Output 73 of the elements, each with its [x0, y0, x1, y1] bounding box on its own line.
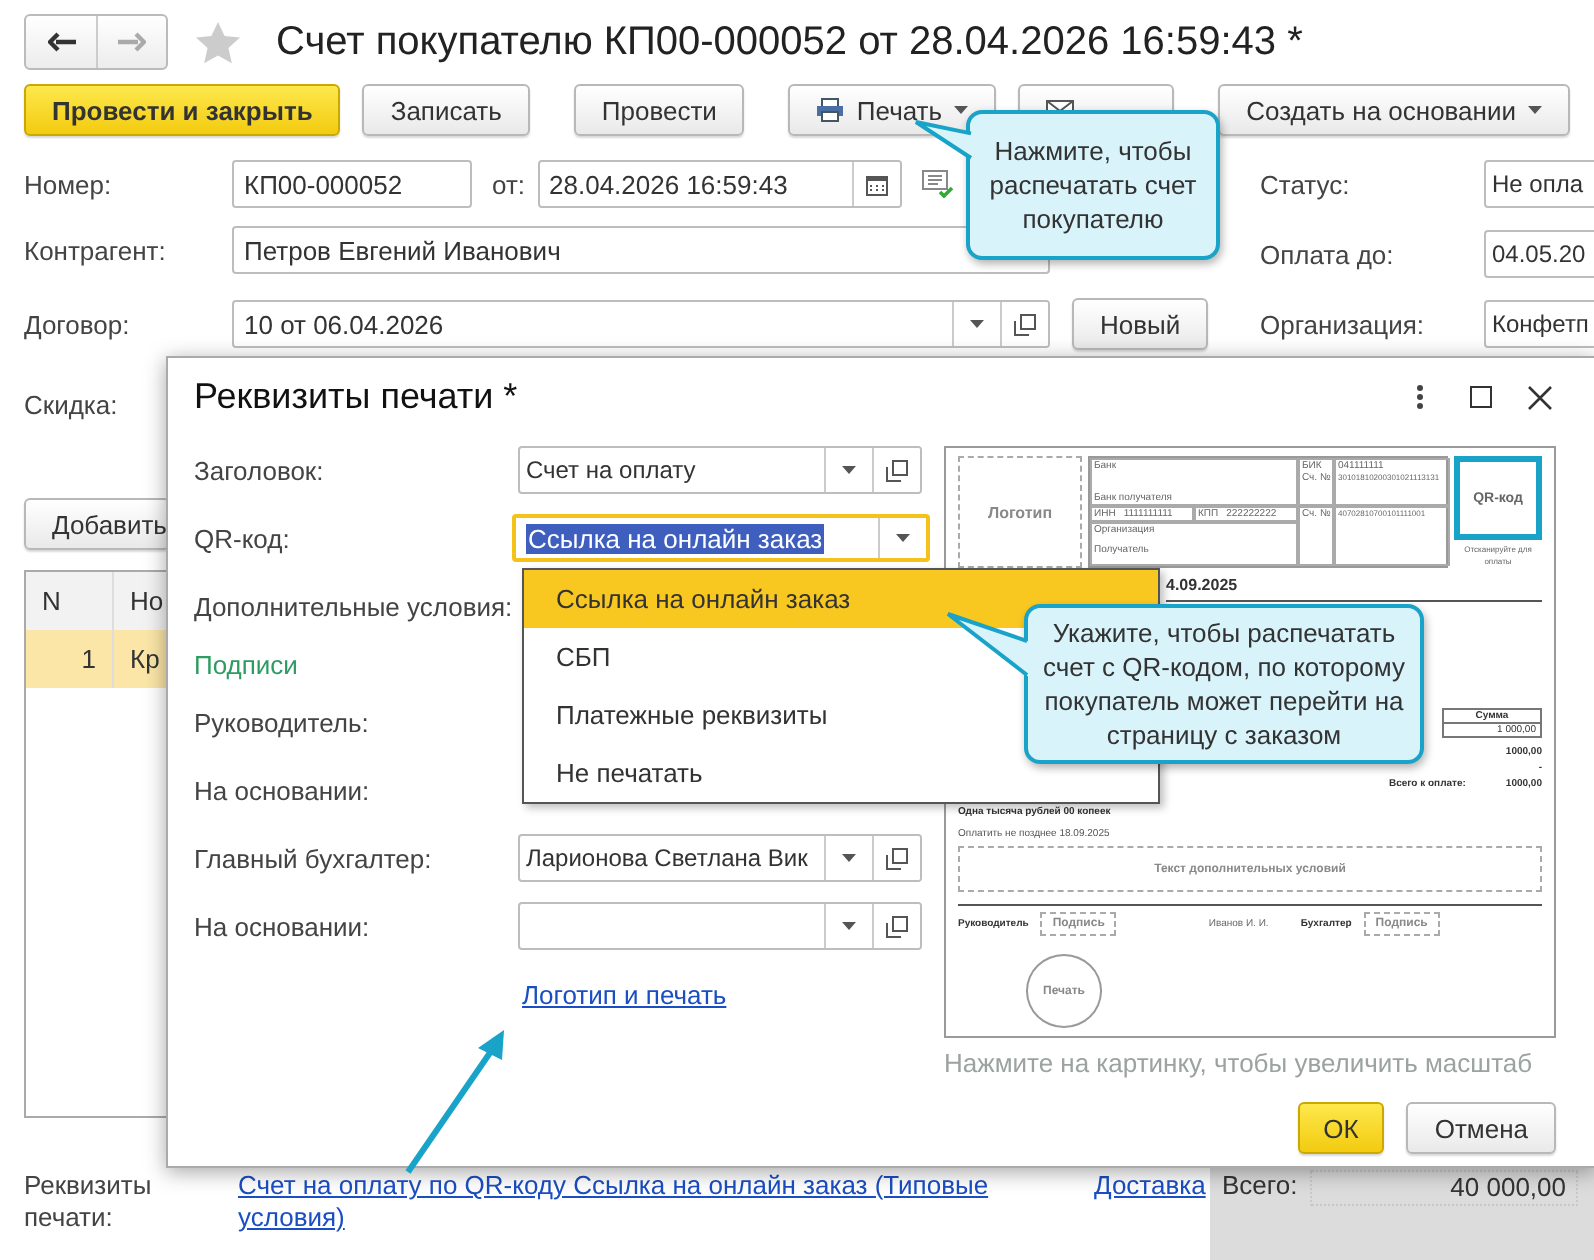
field-label: Дополнительные условия:	[194, 591, 515, 621]
table-cell: 1	[26, 630, 114, 688]
print-button[interactable]: Печать	[788, 84, 997, 136]
field-label: Оплата до:	[1260, 239, 1396, 269]
field-label: Номер:	[24, 169, 114, 199]
forward-arrow-icon	[118, 32, 146, 52]
due-date-field[interactable]: 04.05.20	[1484, 230, 1594, 278]
select-field[interactable]: Ссылка на онлайн заказ	[512, 514, 930, 562]
field-label: На основании:	[194, 911, 372, 941]
open-icon	[886, 847, 908, 869]
open-icon	[886, 915, 908, 937]
field-label: QR-код:	[194, 523, 292, 553]
invoice-date: 4.09.2025	[1166, 576, 1240, 594]
total-value: 40 000,00	[1309, 1170, 1578, 1206]
status-field[interactable]: Не опла	[1484, 160, 1594, 208]
field-label: Организация:	[1260, 309, 1427, 339]
field-label: Статус:	[1260, 169, 1352, 199]
open-button[interactable]	[872, 904, 920, 948]
hint-tooltip: Нажмите, чтобы распечатать счет покупателю	[966, 110, 1220, 260]
document-check-icon[interactable]	[921, 170, 954, 198]
preview-hint: Нажмите на картинку, чтобы увеличить масштаб	[944, 1048, 1535, 1078]
logo-and-stamp-link[interactable]: Логотип и печать	[522, 979, 727, 1009]
select-field[interactable]: Счет на оплату	[518, 446, 922, 494]
add-button[interactable]: Добавить	[24, 498, 170, 550]
organization-field[interactable]: Конфетп	[1484, 300, 1594, 348]
caret-icon	[954, 106, 969, 114]
caret-icon	[842, 922, 856, 930]
toolbar-button[interactable]: Записать	[362, 84, 530, 136]
field-label: Контрагент:	[24, 235, 168, 265]
number-field[interactable]: КП00-000052	[232, 160, 472, 208]
caret-icon	[896, 534, 910, 542]
select-field[interactable]	[518, 902, 922, 950]
caret-icon	[1528, 106, 1542, 114]
open-button[interactable]	[872, 836, 920, 880]
create-based-on-button[interactable]: Создать на основании	[1218, 84, 1570, 136]
window-title: Счет покупателю КП00-000052 от 28.04.2026 16:59:43 *	[276, 19, 1303, 65]
hint-tooltip: Укажите, чтобы распечатать счет с QR-кодом, по которому покупатель может перейти на страницу с заказом	[1024, 604, 1424, 764]
field-label: На основании:	[194, 775, 372, 805]
total-label: Всего:	[1222, 1170, 1298, 1200]
section-heading: Подписи	[194, 649, 298, 679]
toolbar-button[interactable]: Провести	[573, 84, 745, 136]
printer-icon	[816, 98, 845, 122]
close-icon	[1528, 385, 1552, 409]
caret-icon	[970, 320, 984, 328]
cancel-button[interactable]: Отмена	[1406, 1102, 1556, 1154]
open-icon	[886, 459, 908, 481]
delivery-link[interactable]: Доставка	[1094, 1170, 1206, 1202]
field-label: Реквизиты печати:	[22, 1168, 154, 1236]
field-label: Руководитель:	[194, 707, 371, 737]
caret-icon	[842, 466, 856, 474]
caret-icon	[842, 854, 856, 862]
back-arrow-icon	[47, 32, 75, 52]
select-field[interactable]: Ларионова Светлана Вик	[518, 834, 922, 882]
date-field[interactable]: 28.04.2026 16:59:43	[537, 160, 902, 208]
post-and-close-button[interactable]: Провести и закрыть	[24, 84, 341, 136]
ok-button[interactable]: ОК	[1297, 1102, 1385, 1154]
counterparty-field[interactable]: Петров Евгений Иванович	[232, 226, 1050, 274]
print-settings-link[interactable]: Счет на оплату по QR-коду Ссылка на онлайн заказ (Типовые условия)	[238, 1170, 998, 1234]
contract-field[interactable]: 10 от 06.04.2026	[232, 300, 1050, 348]
more-icon	[1416, 384, 1424, 410]
field-label: от:	[492, 169, 526, 199]
field-label: Договор:	[24, 309, 132, 339]
maximize-icon	[1469, 386, 1491, 408]
open-button[interactable]	[872, 448, 920, 492]
star-icon[interactable]	[196, 21, 240, 63]
new-button[interactable]: Новый	[1072, 298, 1209, 350]
field-label: Главный бухгалтер:	[194, 843, 434, 873]
open-button[interactable]	[1000, 302, 1048, 346]
open-icon	[1014, 313, 1036, 335]
calendar-button[interactable]	[851, 162, 900, 206]
dialog-title: Реквизиты печати *	[194, 376, 520, 418]
calendar-icon	[865, 173, 888, 195]
field-label: Заголовок:	[194, 455, 326, 485]
